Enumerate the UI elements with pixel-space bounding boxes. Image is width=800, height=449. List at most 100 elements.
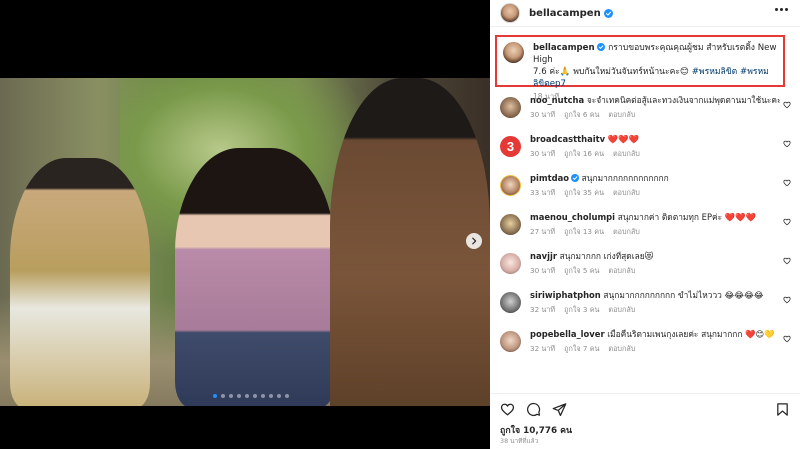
comment-text: สนุกมากกกกกกกกก ขำไม่ไหววว 😂😂😂😂 (603, 290, 764, 300)
carousel-dot (221, 394, 225, 398)
heart-icon[interactable] (783, 179, 791, 187)
heart-icon[interactable] (783, 101, 791, 109)
likes-count[interactable]: ถูกใจ 10,776 คน (500, 423, 572, 437)
commenter-avatar[interactable] (500, 292, 521, 313)
comment-likes[interactable]: ถูกใจ 35 คน (564, 188, 604, 197)
comment-time: 32 นาที (530, 344, 556, 353)
verified-badge-icon (603, 8, 613, 18)
comment-item: navjjr สนุกมากกก เก่งที่สุดเลย😻 30 นาที ถู… (490, 246, 800, 285)
comment-text: สนุกมากกก เก่งที่สุดเลย😻 (559, 251, 654, 261)
comment-likes[interactable]: ถูกใจ 16 คน (564, 149, 604, 158)
comment-item: maenou_cholumpi สนุกมากค่า ติดตามทุก EPค… (490, 207, 800, 246)
comment-item: pimtdao สนุกมากกกกกกกกกกกก 33 นาที ถูกใจ 3… (490, 168, 800, 207)
carousel-dot (261, 394, 265, 398)
carousel-dot (213, 394, 217, 398)
comment-text: สนุกมากค่า ติดตามทุก EPค่ะ ❤️❤️❤️ (617, 212, 757, 222)
next-photo-button[interactable] (466, 233, 482, 249)
commenter-username[interactable]: broadcastthaitv (530, 134, 605, 144)
photo-figure-man (10, 158, 150, 406)
carousel-dot (229, 394, 233, 398)
bookmark-icon[interactable] (775, 402, 790, 417)
comment-text-line: noo_nutcha จะจำเทคนิคต่อสู้และทวงเงินจาก… (530, 95, 780, 106)
heart-icon[interactable] (500, 402, 515, 417)
comment-text-line: maenou_cholumpi สนุกมากค่า ติดตามทุก EPค… (530, 212, 780, 223)
commenter-avatar[interactable] (500, 97, 521, 118)
post-side-panel: bellacampen bellacampen กราบขอบพระคุณคุณ… (490, 0, 800, 449)
comment-item: 3 broadcastthaitv ❤️❤️❤️ 30 นาที ถูกใจ 16 ค… (490, 129, 800, 168)
caption-avatar[interactable] (503, 42, 524, 63)
comment-text-line: navjjr สนุกมากกก เก่งที่สุดเลย😻 (530, 251, 780, 262)
commenter-avatar[interactable]: 3 (500, 136, 521, 157)
carousel-indicator (213, 394, 289, 398)
comment-meta: 33 นาที ถูกใจ 35 คน ตอบกลับ (530, 188, 780, 199)
comment-likes[interactable]: ถูกใจ 7 คน (564, 344, 599, 353)
more-options-icon[interactable] (775, 8, 788, 11)
comment-likes[interactable]: ถูกใจ 5 คน (564, 266, 599, 275)
comment-likes[interactable]: ถูกใจ 6 คน (564, 110, 599, 119)
heart-icon[interactable] (783, 218, 791, 226)
commenter-avatar[interactable] (500, 214, 521, 235)
reply-button[interactable]: ตอบกลับ (608, 266, 635, 275)
post-caption: bellacampen กราบขอบพระคุณคุณผู้ชม สำหรับ… (495, 35, 785, 101)
comment-text-line: pimtdao สนุกมากกกกกกกกกกกก (530, 173, 780, 184)
comment-text-line: popebella_lover เมื่อคืนริตามเพนกุงเลยค่… (530, 329, 780, 340)
reply-button[interactable]: ตอบกลับ (613, 149, 640, 158)
comment-item: noo_nutcha จะจำเทคนิคต่อสู้และทวงเงินจาก… (490, 90, 800, 129)
share-icon[interactable] (552, 402, 567, 417)
post-media-pane (0, 0, 490, 449)
comments-list[interactable]: noo_nutcha จะจำเทคนิคต่อสู้และทวงเงินจาก… (490, 90, 800, 390)
caption-line-2: 7.6 ค่ะ🙏 พบกันใหม่วันจันทร์หน้านะคะ😊 #พร… (533, 66, 777, 90)
post-actions: ถูกใจ 10,776 คน 38 นาทีที่แล้ว (490, 393, 800, 449)
commenter-username[interactable]: pimtdao (530, 173, 569, 183)
reply-button[interactable]: ตอบกลับ (613, 188, 640, 197)
caption-line-1: bellacampen กราบขอบพระคุณคุณผู้ชม สำหรับ… (533, 42, 777, 66)
comment-icon[interactable] (526, 402, 541, 417)
comment-text: สนุกมากกกกกกกกกกกก (581, 173, 669, 183)
commenter-avatar[interactable] (500, 331, 521, 352)
comment-time: 33 นาที (530, 188, 556, 197)
comment-meta: 32 นาที ถูกใจ 3 คน ตอบกลับ (530, 305, 780, 316)
verified-badge-icon (597, 43, 606, 51)
comment-text-line: broadcastthaitv ❤️❤️❤️ (530, 134, 780, 145)
heart-icon[interactable] (783, 296, 791, 304)
comment-meta: 30 นาที ถูกใจ 6 คน ตอบกลับ (530, 110, 780, 121)
commenter-username[interactable]: noo_nutcha (530, 95, 584, 105)
comment-likes[interactable]: ถูกใจ 13 คน (564, 227, 604, 236)
caption-text-2: 7.6 ค่ะ🙏 พบกันใหม่วันจันทร์หน้านะคะ😊 (533, 67, 692, 77)
author-avatar[interactable] (500, 3, 520, 23)
commenter-avatar[interactable] (500, 253, 521, 274)
hashtag-link[interactable]: #พรหมลิขิต (692, 67, 738, 77)
post-time: 38 นาทีที่แล้ว (500, 437, 539, 445)
comment-item: siriwiphatphon สนุกมากกกกกกกกก ขำไม่ไหวว… (490, 285, 800, 324)
post-photo[interactable] (0, 78, 490, 406)
comment-text-line: siriwiphatphon สนุกมากกกกกกกกก ขำไม่ไหวว… (530, 290, 780, 301)
reply-button[interactable]: ตอบกลับ (608, 110, 635, 119)
comment-meta: 30 นาที ถูกใจ 5 คน ตอบกลับ (530, 266, 780, 277)
heart-icon[interactable] (783, 335, 791, 343)
comment-time: 30 นาที (530, 266, 556, 275)
reply-button[interactable]: ตอบกลับ (608, 344, 635, 353)
comment-likes[interactable]: ถูกใจ 3 คน (564, 305, 599, 314)
commenter-username[interactable]: maenou_cholumpi (530, 212, 615, 222)
reply-button[interactable]: ตอบกลับ (608, 305, 635, 314)
carousel-dot (237, 394, 241, 398)
caption-username[interactable]: bellacampen (533, 43, 595, 53)
comment-time: 30 นาที (530, 110, 556, 119)
comment-item: popebella_lover เมื่อคืนริตามเพนกุงเลยค่… (490, 324, 800, 363)
author-username[interactable]: bellacampen (529, 8, 601, 19)
heart-icon[interactable] (783, 257, 791, 265)
commenter-username[interactable]: siriwiphatphon (530, 290, 601, 300)
commenter-username[interactable]: popebella_lover (530, 329, 605, 339)
commenter-username[interactable]: navjjr (530, 251, 557, 261)
verified-badge-icon (571, 174, 579, 182)
commenter-avatar[interactable] (500, 175, 521, 196)
comment-time: 30 นาที (530, 149, 556, 158)
instagram-post-view: bellacampen bellacampen กราบขอบพระคุณคุณ… (0, 0, 800, 449)
comment-text: ❤️❤️❤️ (607, 134, 640, 144)
comment-time: 32 นาที (530, 305, 556, 314)
chevron-right-icon (472, 237, 477, 245)
carousel-dot (253, 394, 257, 398)
comment-meta: 27 นาที ถูกใจ 13 คน ตอบกลับ (530, 227, 780, 238)
heart-icon[interactable] (783, 140, 791, 148)
reply-button[interactable]: ตอบกลับ (613, 227, 640, 236)
